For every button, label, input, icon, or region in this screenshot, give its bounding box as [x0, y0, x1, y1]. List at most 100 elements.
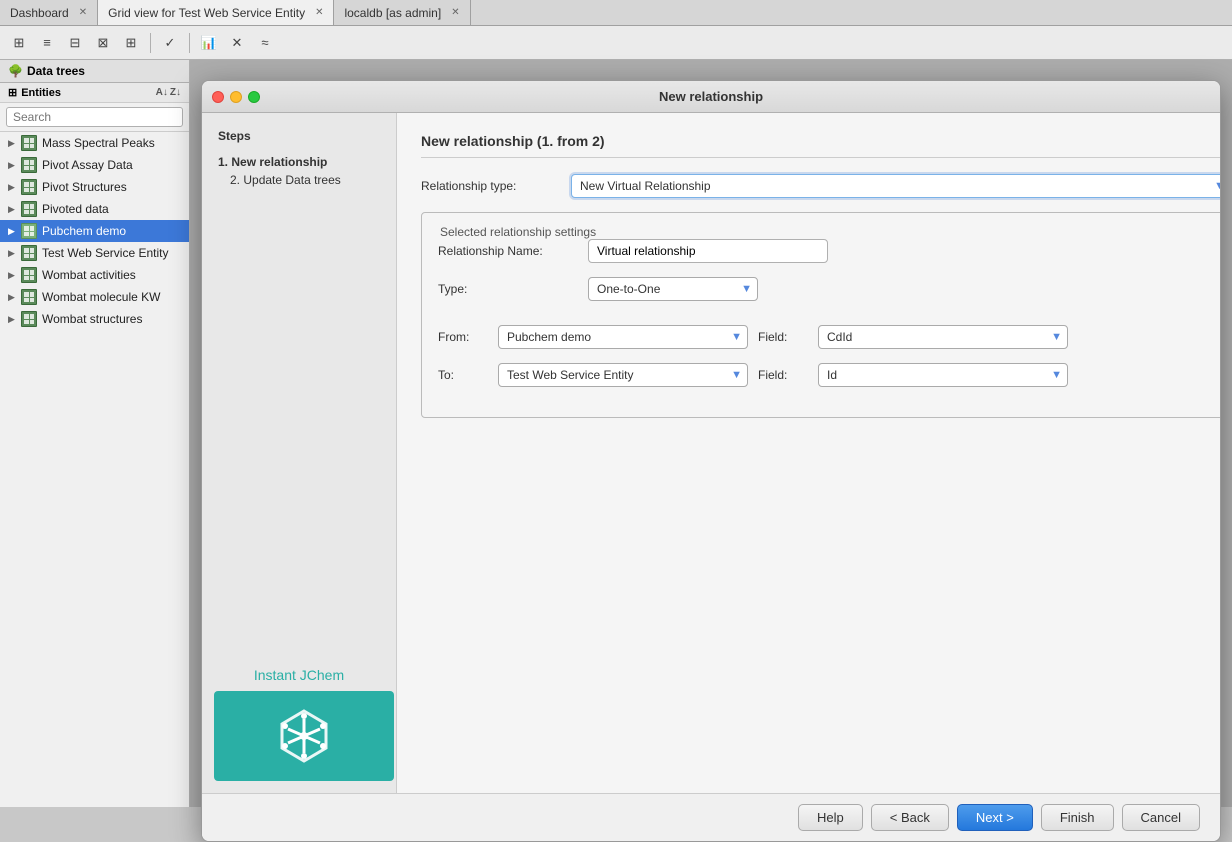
- dialog-title: New relationship: [218, 89, 1204, 104]
- item-icon: [21, 289, 37, 305]
- relationship-type-label: Relationship type:: [421, 179, 561, 193]
- sidebar-item-label: Test Web Service Entity: [42, 246, 169, 260]
- relationship-type-row: Relationship type: New Virtual Relations…: [421, 174, 1221, 198]
- sidebar-item-label: Wombat activities: [42, 268, 136, 282]
- toolbar-btn-list[interactable]: ≡: [34, 30, 60, 56]
- item-icon: [21, 245, 37, 261]
- toolbar: ⊞ ≡ ⊟ ⊠ ⊞ ✓ 📊 ✕ ≈: [0, 26, 1232, 60]
- search-input[interactable]: [6, 107, 183, 127]
- type-row: Type: One-to-One One-to-Many Many-to-One…: [438, 277, 1214, 301]
- item-icon: [21, 201, 37, 217]
- to-field-wrapper: Id ▼: [818, 363, 1068, 387]
- new-relationship-dialog: New relationship Steps 1. New relationsh…: [201, 80, 1221, 807]
- sidebar-item-wombat-molecule[interactable]: ▶ Wombat molecule KW: [0, 286, 189, 308]
- toolbar-btn-check[interactable]: ✓: [157, 30, 183, 56]
- expand-icon: ▶: [8, 248, 16, 259]
- to-label: To:: [438, 368, 488, 382]
- sort-az[interactable]: A↓: [156, 87, 168, 98]
- tab-grid-view-close[interactable]: ✕: [315, 7, 323, 18]
- dialog-sidebar: Steps 1. New relationship 2. Update Data…: [202, 113, 397, 793]
- step-2-number: 2.: [230, 173, 240, 187]
- wizard-title: New relationship (1. from 2): [421, 133, 1221, 158]
- minimize-button[interactable]: [230, 91, 242, 103]
- toolbar-btn-grid[interactable]: ⊞: [6, 30, 32, 56]
- sidebar: 🌳 Data trees ⊞ Entities A↓ Z↓ ▶ Mass Spe…: [0, 60, 190, 807]
- expand-icon: ▶: [8, 226, 16, 237]
- tab-grid-view[interactable]: Grid view for Test Web Service Entity ✕: [98, 0, 334, 25]
- sidebar-item-pubchem[interactable]: ▶ Pubchem demo: [0, 220, 189, 242]
- to-field-label: Field:: [758, 368, 808, 382]
- sidebar-item-label: Wombat molecule KW: [42, 290, 160, 304]
- tab-dashboard-label: Dashboard: [10, 6, 69, 20]
- dialog-titlebar: New relationship: [202, 81, 1220, 113]
- brand-section: Instant JChem: [202, 655, 396, 793]
- tab-localdb-close[interactable]: ✕: [451, 7, 459, 18]
- toolbar-btn-remove[interactable]: ⊟: [62, 30, 88, 56]
- expand-icon: ▶: [8, 314, 16, 325]
- name-input[interactable]: [588, 239, 828, 263]
- item-icon: [21, 135, 37, 151]
- entities-label: Entities: [21, 87, 61, 99]
- toolbar-btn-chart[interactable]: 📊: [196, 30, 222, 56]
- relationship-type-select[interactable]: New Virtual Relationship New Join Relati…: [571, 174, 1221, 198]
- toolbar-btn-close[interactable]: ✕: [224, 30, 250, 56]
- toolbar-sep-1: [150, 33, 151, 53]
- brand-logo: [214, 691, 394, 781]
- data-trees-icon: 🌳: [8, 64, 23, 78]
- maximize-button[interactable]: [248, 91, 260, 103]
- dialog-overlay: New relationship Steps 1. New relationsh…: [190, 60, 1232, 807]
- type-label: Type:: [438, 282, 578, 296]
- settings-legend: Selected relationship settings: [434, 225, 1214, 239]
- toolbar-btn-settings[interactable]: ≈: [252, 30, 278, 56]
- item-icon: [21, 223, 37, 239]
- sidebar-item-test-web[interactable]: ▶ Test Web Service Entity: [0, 242, 189, 264]
- spacer: [438, 315, 1214, 325]
- close-button[interactable]: [212, 91, 224, 103]
- sort-za[interactable]: Z↓: [170, 87, 181, 98]
- name-label: Relationship Name:: [438, 244, 578, 258]
- data-trees-label: Data trees: [27, 64, 85, 78]
- to-select[interactable]: Test Web Service Entity: [498, 363, 748, 387]
- step-1: 1. New relationship: [218, 153, 380, 171]
- tab-dashboard[interactable]: Dashboard ✕: [0, 0, 98, 25]
- sidebar-item-wombat-activities[interactable]: ▶ Wombat activities: [0, 264, 189, 286]
- steps-title: Steps: [218, 129, 380, 143]
- sidebar-item-wombat-structures[interactable]: ▶ Wombat structures: [0, 308, 189, 330]
- toolbar-btn-add[interactable]: ⊠: [90, 30, 116, 56]
- from-label: From:: [438, 330, 488, 344]
- from-field-select[interactable]: CdId: [818, 325, 1068, 349]
- from-select[interactable]: Pubchem demo: [498, 325, 748, 349]
- sidebar-item-mass-spectral[interactable]: ▶ Mass Spectral Peaks: [0, 132, 189, 154]
- sidebar-item-pivot-assay[interactable]: ▶ Pivot Assay Data: [0, 154, 189, 176]
- item-icon: [21, 311, 37, 327]
- to-wrapper: Test Web Service Entity ▼: [498, 363, 748, 387]
- tab-localdb[interactable]: localdb [as admin] ✕: [334, 0, 470, 25]
- to-row: To: Test Web Service Entity ▼ Field:: [438, 363, 1214, 387]
- expand-icon: ▶: [8, 160, 16, 171]
- tab-localdb-label: localdb [as admin]: [344, 6, 441, 20]
- main-layout: 🌳 Data trees ⊞ Entities A↓ Z↓ ▶ Mass Spe…: [0, 60, 1232, 807]
- from-row: From: Pubchem demo ▼ Field:: [438, 325, 1214, 349]
- entities-header: ⊞ Entities A↓ Z↓: [0, 83, 189, 103]
- dialog-footer: Help < Back Next > Finish Cancel: [202, 793, 1220, 807]
- name-row: Relationship Name:: [438, 239, 1214, 263]
- toolbar-btn-view[interactable]: ⊞: [118, 30, 144, 56]
- dialog-body: Steps 1. New relationship 2. Update Data…: [202, 113, 1220, 793]
- from-wrapper: Pubchem demo ▼: [498, 325, 748, 349]
- from-field-wrapper: CdId ▼: [818, 325, 1068, 349]
- sidebar-item-pivoted-data[interactable]: ▶ Pivoted data: [0, 198, 189, 220]
- sidebar-item-label: Pivot Assay Data: [42, 158, 133, 172]
- tab-dashboard-close[interactable]: ✕: [79, 7, 87, 18]
- dialog-steps: Steps 1. New relationship 2. Update Data…: [202, 113, 396, 655]
- step-2-label: Update Data trees: [243, 173, 340, 187]
- relationship-type-wrapper: New Virtual Relationship New Join Relati…: [571, 174, 1221, 198]
- brand-text: Instant JChem: [214, 667, 384, 683]
- to-field-select[interactable]: Id: [818, 363, 1068, 387]
- tab-grid-view-label: Grid view for Test Web Service Entity: [108, 6, 305, 20]
- item-icon: [21, 267, 37, 283]
- type-select[interactable]: One-to-One One-to-Many Many-to-One: [588, 277, 758, 301]
- expand-icon: ▶: [8, 270, 16, 281]
- data-trees-header: 🌳 Data trees: [0, 60, 189, 83]
- expand-icon: ▶: [8, 182, 16, 193]
- sidebar-item-pivot-structures[interactable]: ▶ Pivot Structures: [0, 176, 189, 198]
